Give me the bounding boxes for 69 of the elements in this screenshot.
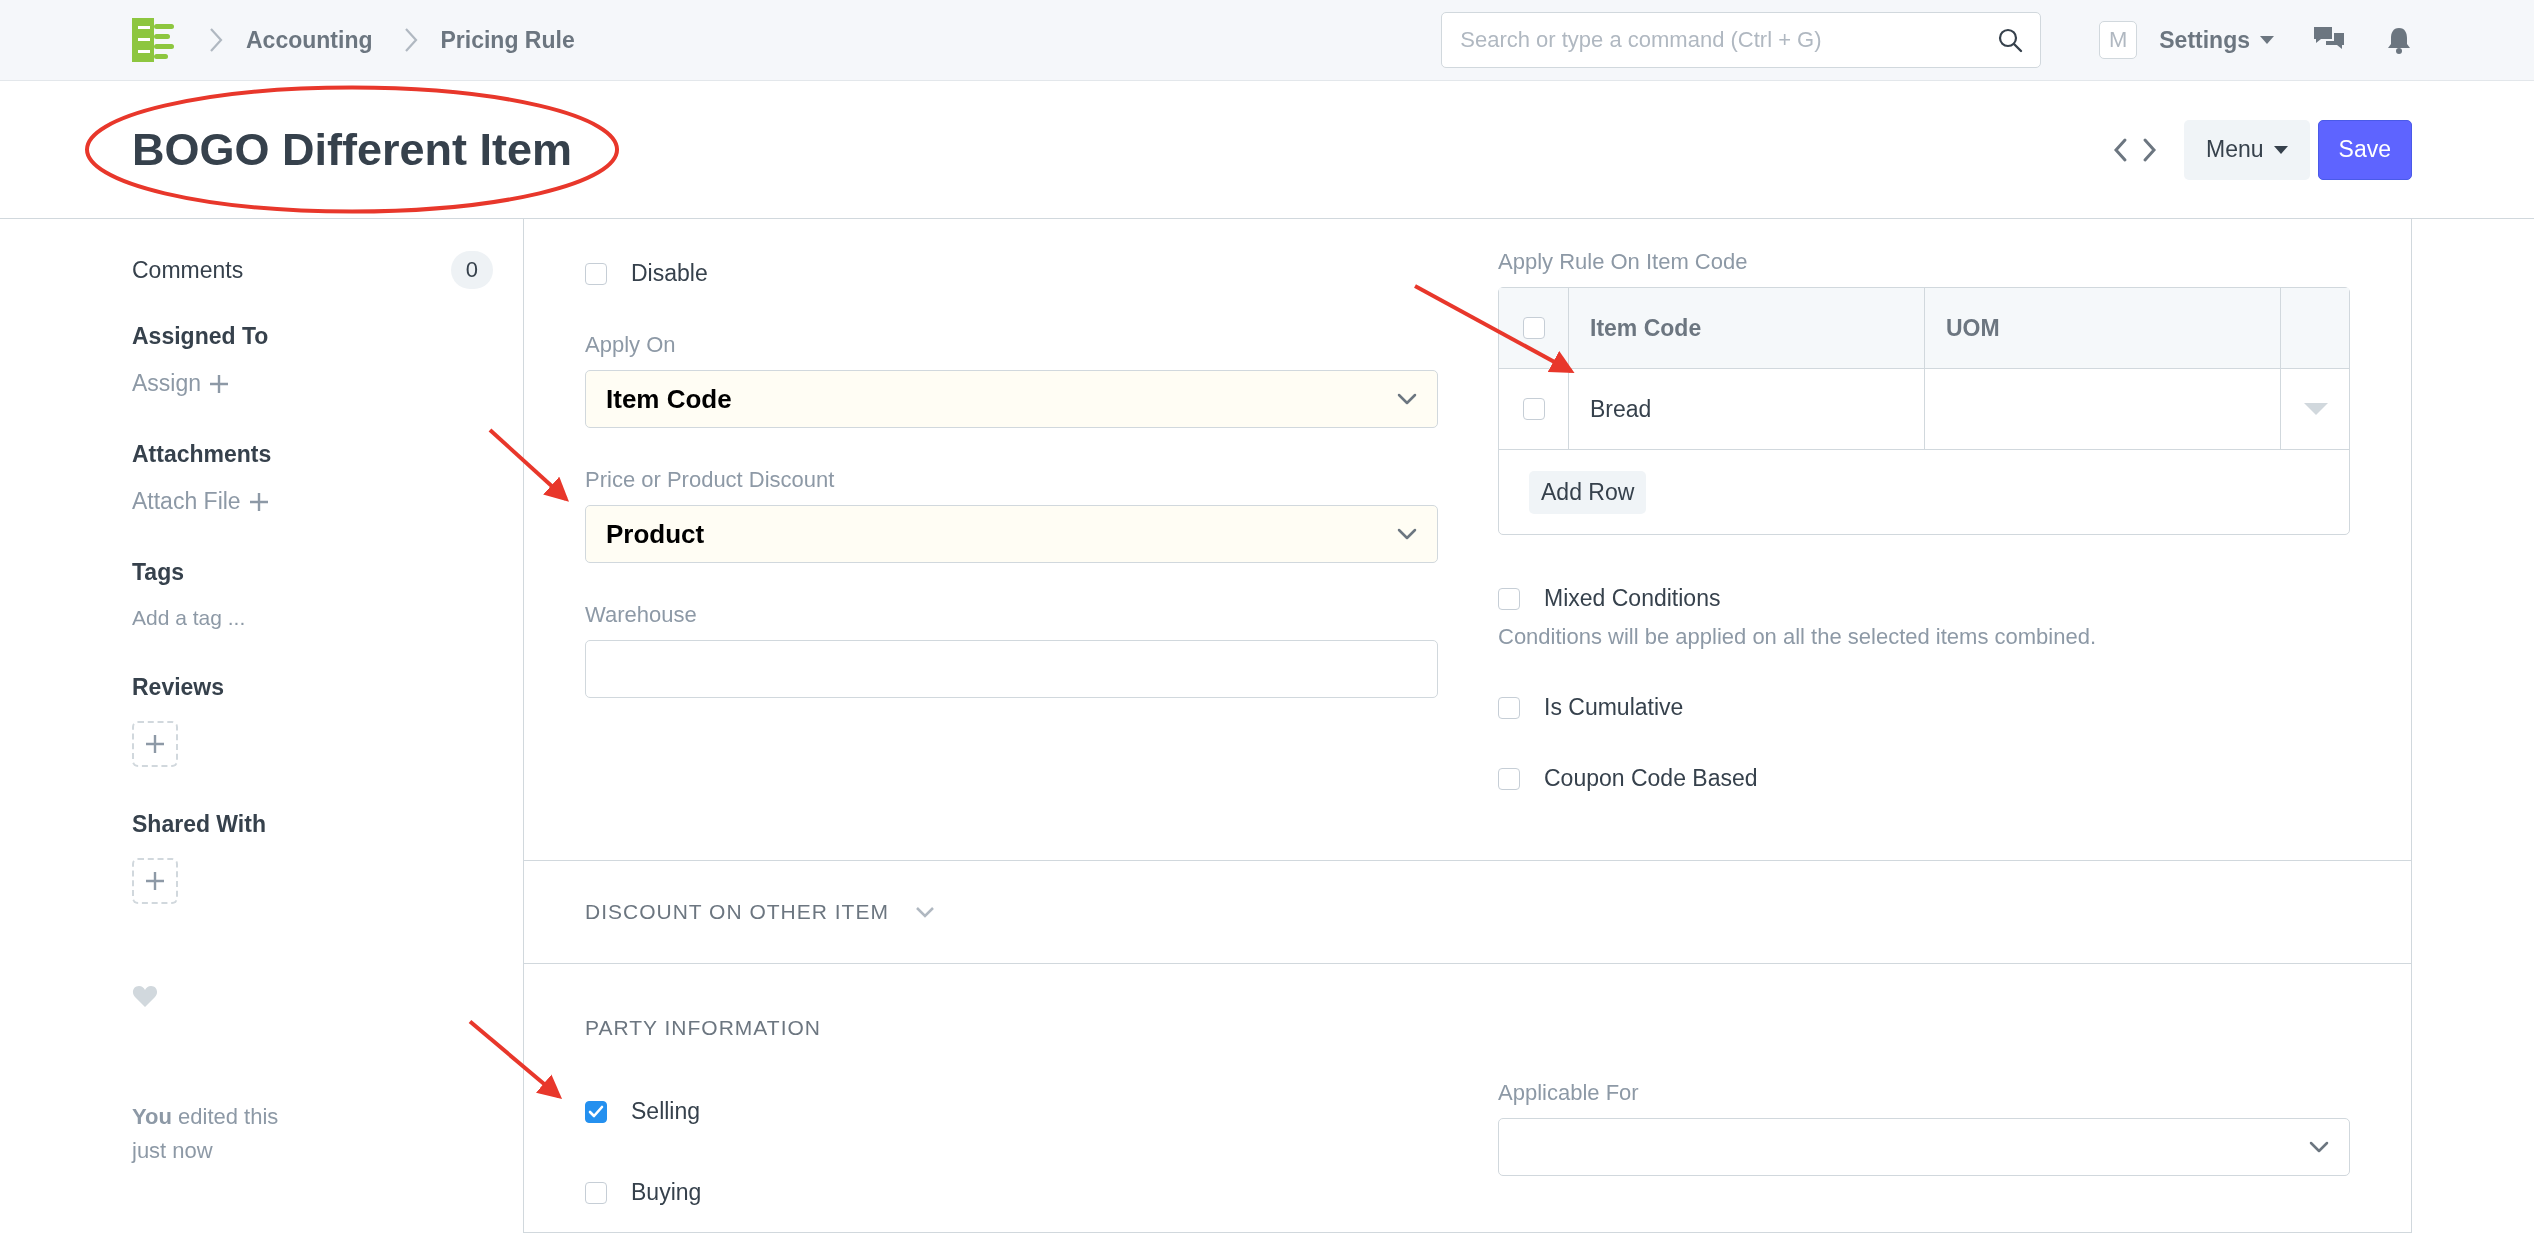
chevron-down-icon	[2309, 1141, 2329, 1153]
caret-icon	[2273, 144, 2288, 155]
checkbox[interactable]	[1498, 587, 1520, 610]
field-label: Apply Rule On Item Code	[1498, 249, 1749, 275]
breadcrumb-link[interactable]: Pricing Rule	[440, 26, 575, 54]
settings-menu[interactable]: Settings	[2159, 26, 2274, 54]
checkmark-icon	[588, 1104, 604, 1119]
checkbox[interactable]	[1498, 767, 1520, 790]
section-heading[interactable]: DISCOUNT ON OTHER ITEM	[585, 900, 889, 924]
select-field[interactable]	[1498, 1118, 2350, 1176]
field-description: Conditions will be applied on all the selected items combined.	[1498, 624, 2097, 650]
sidebar-link[interactable]: Assign	[132, 370, 202, 397]
search-field[interactable]: Search or type a command (Ctrl + G)	[1441, 12, 2042, 68]
checkbox-label: Mixed Conditions	[1544, 585, 1721, 612]
bell-icon[interactable]	[2386, 26, 2412, 54]
chevron-down-icon	[1397, 393, 1417, 405]
save-button[interactable]: Save	[2317, 119, 2412, 180]
checkbox[interactable]	[585, 262, 607, 285]
row-checkbox[interactable]	[1522, 398, 1545, 420]
input-field[interactable]	[585, 640, 1438, 698]
dropdown-icon[interactable]	[2304, 403, 2328, 415]
add-button[interactable]	[132, 721, 178, 767]
caret-icon	[2260, 35, 2274, 45]
section-heading: PARTY INFORMATION	[585, 1016, 822, 1040]
sidebar-heading: Tags	[132, 559, 185, 586]
search-icon[interactable]	[1997, 27, 2024, 53]
select-all-checkbox[interactable]	[1522, 317, 1545, 339]
menu-button[interactable]: Menu	[2184, 119, 2310, 180]
add-row-button[interactable]: Add Row	[1529, 470, 1647, 514]
sidebar-link[interactable]: Attach File	[132, 488, 241, 515]
checkbox-label: Is Cumulative	[1544, 694, 1684, 721]
comments-link[interactable]: Comments	[132, 256, 244, 284]
heart-icon[interactable]	[132, 984, 158, 1008]
breadcrumb-link[interactable]: Accounting	[246, 26, 373, 54]
sidebar-heading: Assigned To	[132, 323, 270, 350]
column-header: UOM	[1925, 288, 2281, 368]
checkbox-label: Buying	[631, 1179, 702, 1206]
chevron-right-icon	[208, 27, 224, 53]
sidebar-heading: Shared With	[132, 811, 267, 838]
checkbox[interactable]	[1498, 696, 1520, 719]
plus-icon[interactable]	[209, 373, 230, 394]
plus-icon	[145, 734, 165, 754]
field-label: Apply On	[585, 332, 677, 358]
previous-icon[interactable]	[2112, 136, 2128, 163]
table-cell: Bread	[1569, 369, 1925, 449]
sidebar-heading: Attachments	[132, 441, 273, 468]
chevron-down-icon[interactable]	[914, 906, 935, 918]
checkbox-label: Coupon Code Based	[1544, 765, 1758, 792]
add-tag-link[interactable]: Add a tag ...	[132, 606, 493, 630]
checkbox-label: Disable	[631, 260, 708, 287]
comment-count: 0	[450, 251, 493, 289]
checkbox[interactable]	[585, 1181, 607, 1204]
page-title: BOGO Different Item	[132, 123, 573, 176]
field-label: Applicable For	[1498, 1080, 1640, 1106]
chevron-right-icon	[402, 27, 419, 53]
add-button[interactable]	[132, 858, 178, 904]
select-field[interactable]: Item Code	[585, 370, 1438, 428]
column-header: Item Code	[1569, 288, 1925, 368]
edit-history-text: You edited this just now	[132, 1103, 280, 1165]
field-label: Price or Product Discount	[585, 467, 836, 493]
next-icon[interactable]	[2142, 136, 2158, 163]
field-label: Warehouse	[585, 602, 698, 628]
checkbox[interactable]	[585, 1100, 607, 1123]
select-field[interactable]: Product	[585, 505, 1438, 563]
plus-icon[interactable]	[248, 491, 269, 512]
chevron-down-icon	[1397, 528, 1417, 540]
checkbox-label: Selling	[631, 1098, 701, 1125]
plus-icon	[145, 871, 165, 891]
sidebar-heading: Reviews	[132, 674, 226, 701]
